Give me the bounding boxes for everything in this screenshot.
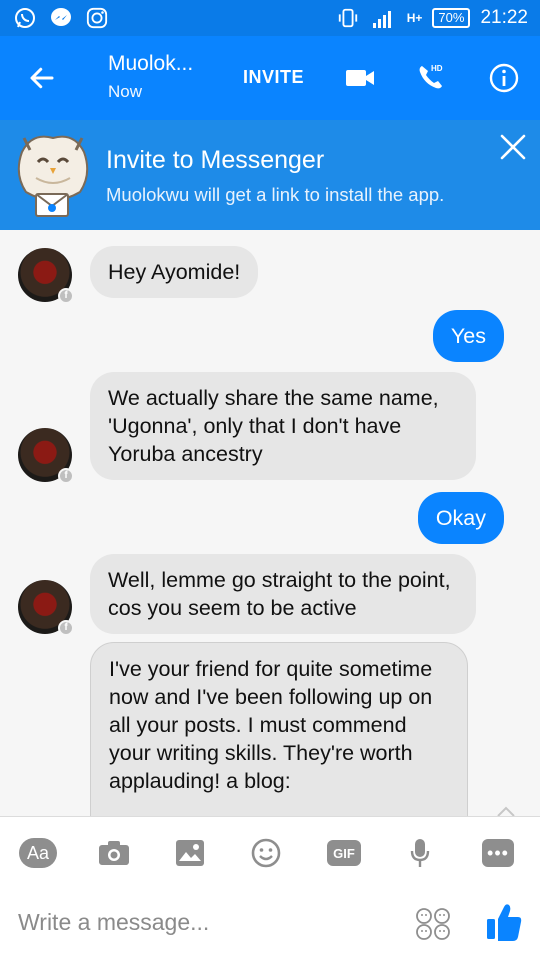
avatar[interactable]: f (18, 580, 74, 636)
messenger-icon (48, 5, 74, 31)
clock: 21:22 (480, 7, 528, 28)
avatar[interactable]: f (18, 428, 74, 484)
text-style-button[interactable]: Aa (18, 835, 58, 871)
sticker-icon[interactable] (246, 835, 286, 871)
message-bubble-incoming[interactable]: Hey Ayomide! (90, 246, 259, 298)
message-bubble-incoming[interactable]: We actually share the same name, 'Ugonna… (90, 372, 476, 480)
gif-label: GIF (327, 840, 361, 866)
signal-icon (371, 5, 397, 31)
more-options-button[interactable]: ••• (478, 835, 518, 871)
banner-subtitle: Muolokwu will get a link to install the … (106, 184, 445, 205)
facebook-badge-icon: f (58, 620, 74, 636)
info-icon[interactable] (484, 58, 524, 98)
contact-name: Muolok... (108, 52, 194, 75)
invite-button[interactable]: INVITE (243, 67, 304, 88)
network-type: H+ (406, 11, 423, 25)
video-call-icon[interactable] (340, 58, 380, 98)
back-arrow-icon[interactable] (24, 58, 60, 98)
banner-title: Invite to Messenger (106, 146, 325, 174)
facebook-badge-icon: f (58, 288, 74, 304)
presence-status: Now (108, 82, 143, 101)
thumbs-up-icon[interactable] (484, 901, 524, 943)
battery-indicator: 70% (432, 8, 471, 28)
message-bubble-outgoing[interactable]: Yes (432, 310, 504, 362)
emoji-icon[interactable] (414, 907, 452, 941)
message-bubble-incoming[interactable]: Well, lemme go straight to the point, co… (90, 554, 476, 634)
hd-call-icon[interactable]: HD (412, 58, 452, 98)
facebook-badge-icon: f (58, 468, 74, 484)
text-style-label: Aa (19, 838, 57, 868)
invite-banner[interactable]: Invite to Messenger Muolokwu will get a … (0, 120, 540, 230)
hd-label: HD (431, 64, 443, 73)
microphone-icon[interactable] (400, 835, 440, 871)
message-input[interactable]: Write a message... (18, 909, 209, 936)
camera-icon[interactable] (94, 835, 134, 871)
status-bar: H+ 70% 21:22 (0, 0, 540, 36)
conversation-header: Muolok... Now INVITE HD (0, 36, 540, 120)
message-bubble-outgoing[interactable]: Okay (417, 492, 504, 544)
gallery-icon[interactable] (170, 835, 210, 871)
owl-mascot-icon (12, 132, 94, 224)
gif-button[interactable]: GIF (324, 835, 364, 871)
contact-info[interactable]: Muolok... Now (108, 52, 193, 102)
message-composer: Aa GIF ••• Write a message... (0, 816, 540, 960)
vibrate-icon (335, 5, 361, 31)
message-thread[interactable]: f Hey Ayomide! Yes f We actually share t… (0, 230, 540, 816)
close-icon[interactable] (498, 132, 528, 162)
instagram-icon (84, 5, 110, 31)
avatar[interactable]: f (18, 248, 74, 304)
more-options-label: ••• (482, 839, 514, 867)
whatsapp-icon (12, 5, 38, 31)
scroll-to-bottom-icon[interactable] (494, 802, 518, 816)
message-bubble-incoming[interactable]: I've your friend for quite sometime now … (90, 642, 468, 816)
